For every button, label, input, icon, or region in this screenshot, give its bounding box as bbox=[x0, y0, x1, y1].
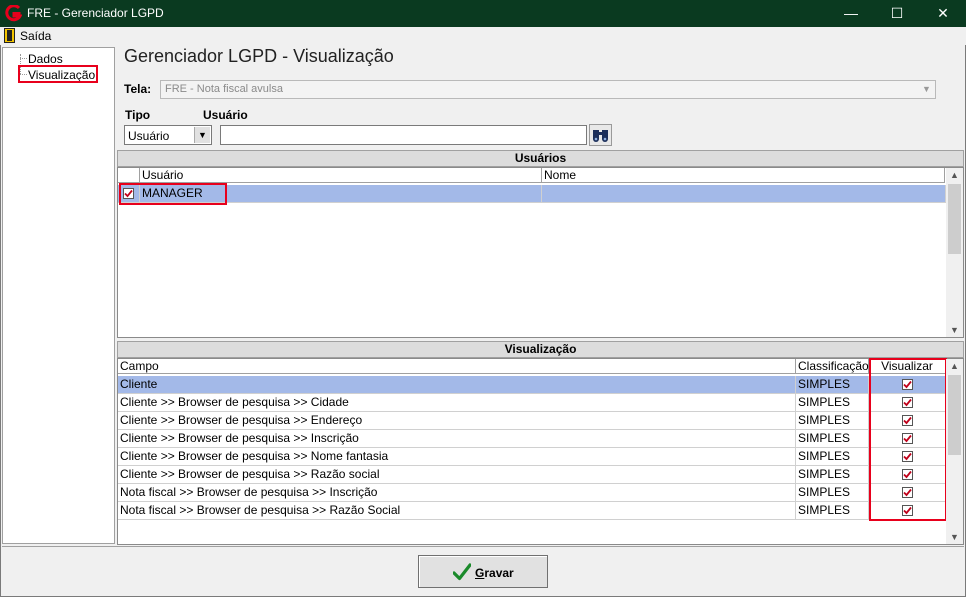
users-cell-nome bbox=[542, 185, 946, 203]
view-cell-classificacao: SIMPLES bbox=[796, 502, 869, 520]
view-header-classificacao[interactable]: Classificação bbox=[796, 359, 869, 374]
table-row[interactable]: Cliente SIMPLES bbox=[118, 376, 946, 394]
highlight-box bbox=[18, 65, 98, 83]
tipo-select[interactable]: Usuário ▼ bbox=[124, 125, 212, 145]
users-header-usuario[interactable]: Usuário bbox=[140, 168, 542, 183]
table-row[interactable]: Cliente >> Browser de pesquisa >> Inscri… bbox=[118, 430, 946, 448]
view-cell-campo: Cliente >> Browser de pesquisa >> Razão … bbox=[118, 466, 796, 484]
binoculars-icon bbox=[593, 130, 608, 142]
users-header-nome[interactable]: Nome bbox=[542, 168, 945, 183]
maximize-button[interactable]: ☐ bbox=[874, 0, 920, 27]
view-cell-campo: Nota fiscal >> Browser de pesquisa >> In… bbox=[118, 484, 796, 502]
view-cell-classificacao: SIMPLES bbox=[796, 376, 869, 394]
view-cell-classificacao: SIMPLES bbox=[796, 466, 869, 484]
scroll-down-icon[interactable]: ▼ bbox=[946, 530, 963, 544]
usuario-input[interactable] bbox=[220, 125, 587, 145]
view-cell-classificacao: SIMPLES bbox=[796, 484, 869, 502]
scroll-thumb[interactable] bbox=[948, 184, 961, 254]
view-panel-title: Visualização bbox=[117, 341, 964, 358]
table-row[interactable]: MANAGER bbox=[118, 185, 946, 203]
view-scrollbar[interactable]: ▲ ▼ bbox=[946, 359, 963, 544]
users-grid: Usuário Nome MANAGER ▲ ▼ bbox=[117, 167, 964, 338]
view-cell-campo: Nota fiscal >> Browser de pesquisa >> Ra… bbox=[118, 502, 796, 520]
exit-door-icon bbox=[4, 28, 15, 43]
minimize-button[interactable]: — bbox=[828, 0, 874, 27]
table-row[interactable]: Cliente >> Browser de pesquisa >> Razão … bbox=[118, 466, 946, 484]
window-title: FRE - Gerenciador LGPD bbox=[27, 6, 164, 20]
highlight-box bbox=[869, 358, 947, 521]
check-icon bbox=[453, 563, 471, 581]
page-title: Gerenciador LGPD - Visualização bbox=[124, 46, 394, 66]
chevron-down-icon[interactable]: ▼ bbox=[194, 127, 210, 143]
table-row[interactable]: Nota fiscal >> Browser de pesquisa >> Ra… bbox=[118, 502, 946, 520]
view-header-campo[interactable]: Campo bbox=[118, 359, 796, 374]
table-row[interactable]: Cliente >> Browser de pesquisa >> Nome f… bbox=[118, 448, 946, 466]
view-grid: Campo Classificação Visualizar Cliente SI… bbox=[117, 358, 964, 545]
sidebar-item-dados[interactable]: Dados bbox=[28, 52, 63, 66]
highlight-box bbox=[119, 183, 227, 205]
save-button[interactable]: Gravar bbox=[418, 555, 548, 588]
scroll-up-icon[interactable]: ▲ bbox=[946, 168, 963, 182]
tela-value: FRE - Nota fiscal avulsa bbox=[165, 83, 283, 95]
view-cell-classificacao: SIMPLES bbox=[796, 430, 869, 448]
app-logo-icon bbox=[5, 5, 22, 22]
tela-label: Tela: bbox=[124, 82, 152, 96]
table-row[interactable]: Cliente >> Browser de pesquisa >> Cidade… bbox=[118, 394, 946, 412]
view-cell-classificacao: SIMPLES bbox=[796, 394, 869, 412]
tree-connector bbox=[20, 58, 27, 59]
view-cell-campo: Cliente >> Browser de pesquisa >> Nome f… bbox=[118, 448, 796, 466]
usuario-label: Usuário bbox=[203, 108, 248, 122]
table-row[interactable]: Cliente >> Browser de pesquisa >> Endere… bbox=[118, 412, 946, 430]
tipo-value: Usuário bbox=[128, 129, 170, 143]
menu-exit[interactable]: Saída bbox=[20, 29, 51, 43]
scroll-up-icon[interactable]: ▲ bbox=[946, 359, 963, 373]
view-cell-campo: Cliente >> Browser de pesquisa >> Inscri… bbox=[118, 430, 796, 448]
table-row[interactable]: Nota fiscal >> Browser de pesquisa >> In… bbox=[118, 484, 946, 502]
chevron-down-icon[interactable]: ▼ bbox=[920, 83, 933, 96]
menu-bar: Saída bbox=[0, 27, 966, 45]
view-cell-campo: Cliente bbox=[118, 376, 796, 394]
tela-select[interactable]: FRE - Nota fiscal avulsa ▼ bbox=[160, 80, 936, 99]
view-cell-campo: Cliente >> Browser de pesquisa >> Endere… bbox=[118, 412, 796, 430]
scroll-down-icon[interactable]: ▼ bbox=[946, 323, 963, 337]
view-cell-classificacao: SIMPLES bbox=[796, 412, 869, 430]
users-panel-title: Usuários bbox=[117, 150, 964, 167]
search-button[interactable] bbox=[589, 124, 612, 146]
title-bar: FRE - Gerenciador LGPD — ☐ ✕ bbox=[0, 0, 966, 27]
scroll-thumb[interactable] bbox=[948, 375, 961, 455]
tipo-label: Tipo bbox=[125, 108, 151, 122]
users-header-check bbox=[118, 168, 140, 183]
save-button-label-rest: ravar bbox=[484, 566, 514, 580]
sidebar-tree: Dados Visualização bbox=[2, 47, 115, 544]
save-button-mnemonic: G bbox=[475, 566, 485, 580]
users-scrollbar[interactable]: ▲ ▼ bbox=[946, 168, 963, 337]
view-cell-campo: Cliente >> Browser de pesquisa >> Cidade bbox=[118, 394, 796, 412]
close-button[interactable]: ✕ bbox=[920, 0, 966, 27]
view-cell-classificacao: SIMPLES bbox=[796, 448, 869, 466]
save-button-label: Gravar bbox=[475, 566, 514, 580]
